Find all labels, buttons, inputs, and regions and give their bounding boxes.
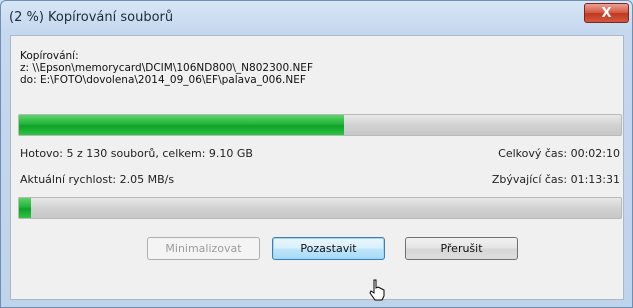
copy-dialog-window: (2 %) Kopírování souborů X Kopírování: z… bbox=[0, 0, 633, 308]
hand-cursor-icon bbox=[369, 279, 385, 301]
dialog-body: Kopírování: z: \\Epson\memorycard\DCIM\1… bbox=[10, 35, 624, 300]
overall-progress-fill bbox=[19, 115, 345, 135]
minimize-button[interactable]: Minimalizovat bbox=[147, 237, 260, 260]
close-icon: X bbox=[601, 5, 612, 21]
copy-info: Kopírování: z: \\Epson\memorycard\DCIM\1… bbox=[20, 50, 313, 86]
destination-path: do: E:\FOTO\dovolena\2014_09_06\EF\palav… bbox=[20, 74, 306, 86]
cancel-button[interactable]: Přerušit bbox=[405, 237, 518, 260]
current-speed-text: Aktuální rychlost: 2.05 MB/s bbox=[20, 173, 175, 186]
file-progress-fill bbox=[19, 198, 32, 218]
pause-button[interactable]: Pozastavit bbox=[272, 237, 385, 260]
title-bar[interactable]: (2 %) Kopírování souborů X bbox=[1, 1, 632, 35]
window-title: (2 %) Kopírování souborů bbox=[9, 10, 174, 25]
files-done-text: Hotovo: 5 z 130 souborů, celkem: 9.10 GB bbox=[20, 147, 253, 160]
source-path: z: \\Epson\memorycard\DCIM\106ND800\_N80… bbox=[20, 62, 313, 74]
close-button[interactable]: X bbox=[584, 3, 629, 23]
overall-progress-bar bbox=[18, 114, 622, 136]
file-progress-bar bbox=[18, 197, 622, 219]
total-time-text: Celkový čas: 00:02:10 bbox=[498, 147, 620, 160]
remaining-time-text: Zbývající čas: 01:13:31 bbox=[491, 173, 620, 186]
copy-label: Kopírování: bbox=[20, 50, 79, 62]
